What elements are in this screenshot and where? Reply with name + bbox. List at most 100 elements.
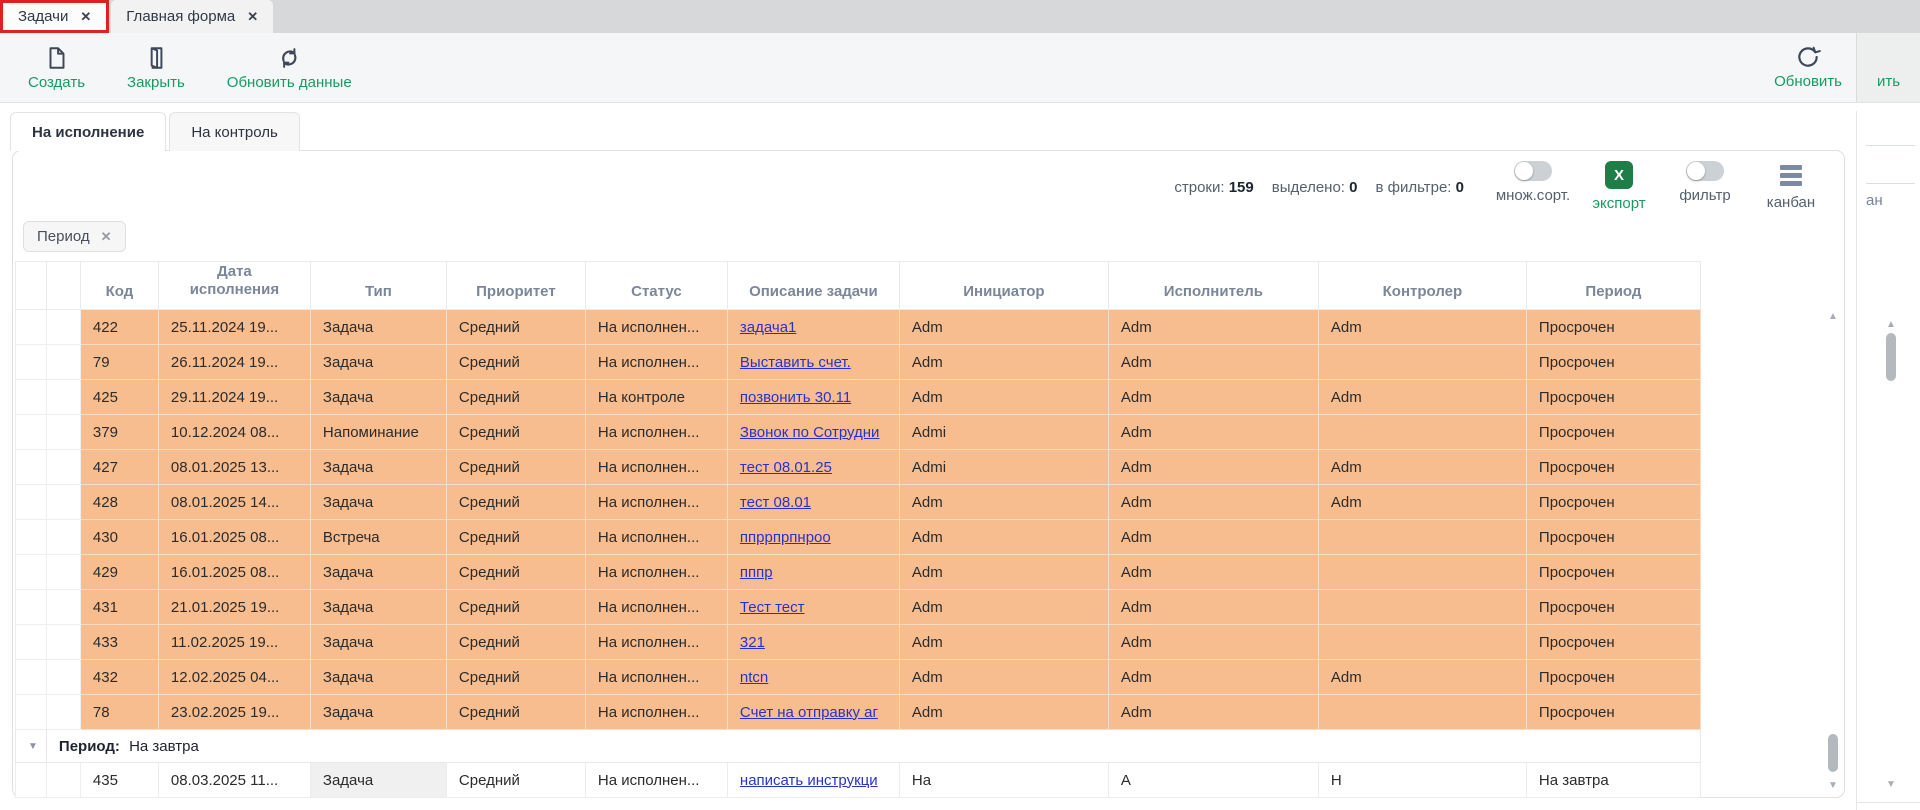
cell-date[interactable]: 10.12.2024 08... xyxy=(158,415,310,450)
cell-code[interactable]: 430 xyxy=(80,520,158,555)
cell-type[interactable]: Встреча xyxy=(310,520,446,555)
cell-priority[interactable]: Средний xyxy=(446,415,585,450)
cell-status[interactable]: На контроле xyxy=(585,380,727,415)
cell-executor[interactable]: Adm xyxy=(1108,555,1318,590)
cell-priority[interactable]: Средний xyxy=(446,485,585,520)
row-select-cell[interactable] xyxy=(16,345,47,380)
cell-type[interactable]: Задача xyxy=(310,660,446,695)
cell-status[interactable]: На исполнен... xyxy=(585,555,727,590)
cell-date[interactable]: 11.02.2025 19... xyxy=(158,625,310,660)
table-row[interactable]: 42808.01.2025 14...ЗадачаСреднийНа испол… xyxy=(16,485,1701,520)
cell-controller[interactable]: Adm xyxy=(1318,380,1526,415)
cell-type[interactable]: Напоминание xyxy=(310,415,446,450)
cell-period[interactable]: Просрочен xyxy=(1526,555,1700,590)
cell-controller[interactable]: Adm xyxy=(1318,485,1526,520)
cell-status[interactable]: На исполнен... xyxy=(585,695,727,730)
cell-date[interactable]: 21.01.2025 19... xyxy=(158,590,310,625)
tab-na-ispolnenie[interactable]: На исполнение xyxy=(10,112,166,151)
cell-description[interactable]: 321 xyxy=(727,625,899,660)
cell-description[interactable]: тест 08.01 xyxy=(727,485,899,520)
cell-period[interactable]: Просрочен xyxy=(1526,415,1700,450)
cell-type[interactable]: Задача xyxy=(310,380,446,415)
cell-type[interactable]: Задача xyxy=(310,485,446,520)
tab-na-kontrol[interactable]: На контроль xyxy=(169,112,300,151)
row-select-cell[interactable] xyxy=(16,450,47,485)
cell-description[interactable]: Выставить счет. xyxy=(727,345,899,380)
cell-controller[interactable] xyxy=(1318,415,1526,450)
table-row[interactable]: 43016.01.2025 08...ВстречаСреднийНа испо… xyxy=(16,520,1701,555)
row-select-cell[interactable] xyxy=(46,763,80,798)
row-select-cell[interactable] xyxy=(16,763,47,798)
cell-executor[interactable]: Adm xyxy=(1108,450,1318,485)
cell-code[interactable]: 431 xyxy=(80,590,158,625)
scrollbar-thumb[interactable] xyxy=(1828,734,1838,772)
scroll-up-icon[interactable]: ▲ xyxy=(1884,319,1898,330)
cell-executor[interactable]: Adm xyxy=(1108,345,1318,380)
cell-period[interactable]: Просрочен xyxy=(1526,520,1700,555)
table-row[interactable]: 43212.02.2025 04...ЗадачаСреднийНа испол… xyxy=(16,660,1701,695)
cell-status[interactable]: На исполнен... xyxy=(585,520,727,555)
task-link[interactable]: 321 xyxy=(740,634,765,651)
column-header-executor[interactable]: Исполнитель xyxy=(1108,262,1318,310)
row-select-cell[interactable] xyxy=(46,520,80,555)
cell-description[interactable]: задача1 xyxy=(727,310,899,345)
cell-executor[interactable]: Adm xyxy=(1108,310,1318,345)
cell-controller[interactable] xyxy=(1318,695,1526,730)
table-row[interactable]: 7926.11.2024 19...ЗадачаСреднийНа исполн… xyxy=(16,345,1701,380)
cell-type[interactable]: Задача xyxy=(310,625,446,660)
cell-date[interactable]: 16.01.2025 08... xyxy=(158,555,310,590)
table-row[interactable]: 7823.02.2025 19...ЗадачаСреднийНа исполн… xyxy=(16,695,1701,730)
cell-period[interactable]: Просрочен xyxy=(1526,450,1700,485)
row-select-cell[interactable] xyxy=(46,415,80,450)
close-tab-icon[interactable]: ✕ xyxy=(80,9,91,25)
column-header-period[interactable]: Период xyxy=(1526,262,1700,310)
close-tab-icon[interactable]: ✕ xyxy=(247,9,258,25)
cell-controller[interactable] xyxy=(1318,555,1526,590)
kanban-view-button[interactable]: канбан xyxy=(1752,161,1830,212)
remove-grouping-icon[interactable]: ✕ xyxy=(101,229,112,245)
cell-code[interactable]: 427 xyxy=(80,450,158,485)
row-select-cell[interactable] xyxy=(16,660,47,695)
table-row[interactable]: 42225.11.2024 19...ЗадачаСреднийНа испол… xyxy=(16,310,1701,345)
toggle-off-icon[interactable] xyxy=(1686,161,1724,181)
cell-description[interactable]: Звонок по Сотрудни xyxy=(727,415,899,450)
row-select-cell[interactable] xyxy=(16,310,47,345)
cell-period[interactable]: Просрочен xyxy=(1526,485,1700,520)
cell-code[interactable]: 79 xyxy=(80,345,158,380)
cell-status[interactable]: На исполнен... xyxy=(585,590,727,625)
cell-date[interactable]: 26.11.2024 19... xyxy=(158,345,310,380)
cell-initiator[interactable]: Adm xyxy=(899,590,1108,625)
multi-sort-toggle[interactable]: множ.сорт. xyxy=(1494,161,1572,212)
cell-executor[interactable]: Adm xyxy=(1108,380,1318,415)
cell-controller[interactable]: Adm xyxy=(1318,450,1526,485)
row-select-cell[interactable] xyxy=(16,625,47,660)
task-link[interactable]: Счет на отправку аг xyxy=(740,704,878,721)
cell-executor[interactable]: Adm xyxy=(1108,520,1318,555)
cell-type[interactable]: Задача xyxy=(310,695,446,730)
row-select-cell[interactable] xyxy=(16,555,47,590)
cell-period[interactable]: Просрочен xyxy=(1526,695,1700,730)
filter-toggle[interactable]: фильтр xyxy=(1666,161,1744,212)
cell-description[interactable]: ntcn xyxy=(727,660,899,695)
task-link[interactable]: Тест тест xyxy=(740,599,805,616)
column-header-status[interactable]: Статус xyxy=(585,262,727,310)
row-select-cell[interactable] xyxy=(16,695,47,730)
cell-period[interactable]: Просрочен xyxy=(1526,345,1700,380)
cell-status[interactable]: На исполнен... xyxy=(585,660,727,695)
cell-controller[interactable]: Н xyxy=(1318,763,1526,798)
cell-code[interactable]: 379 xyxy=(80,415,158,450)
cell-description[interactable]: пппр xyxy=(727,555,899,590)
column-header-code[interactable]: Код xyxy=(80,262,158,310)
cell-code[interactable]: 428 xyxy=(80,485,158,520)
table-row[interactable]: 37910.12.2024 08...НапоминаниеСреднийНа … xyxy=(16,415,1701,450)
task-link[interactable]: тест 08.01 xyxy=(740,494,811,511)
scrollbar-thumb[interactable] xyxy=(1886,333,1896,381)
row-select-cell[interactable] xyxy=(16,520,47,555)
cell-initiator[interactable]: Adm xyxy=(899,625,1108,660)
cell-description[interactable]: Тест тест xyxy=(727,590,899,625)
cell-initiator[interactable]: На xyxy=(899,763,1108,798)
column-header-controller[interactable]: Контролер xyxy=(1318,262,1526,310)
toggle-off-icon[interactable] xyxy=(1514,161,1552,181)
cell-initiator[interactable]: Admi xyxy=(899,415,1108,450)
table-row[interactable]: 42529.11.2024 19...ЗадачаСреднийНа контр… xyxy=(16,380,1701,415)
